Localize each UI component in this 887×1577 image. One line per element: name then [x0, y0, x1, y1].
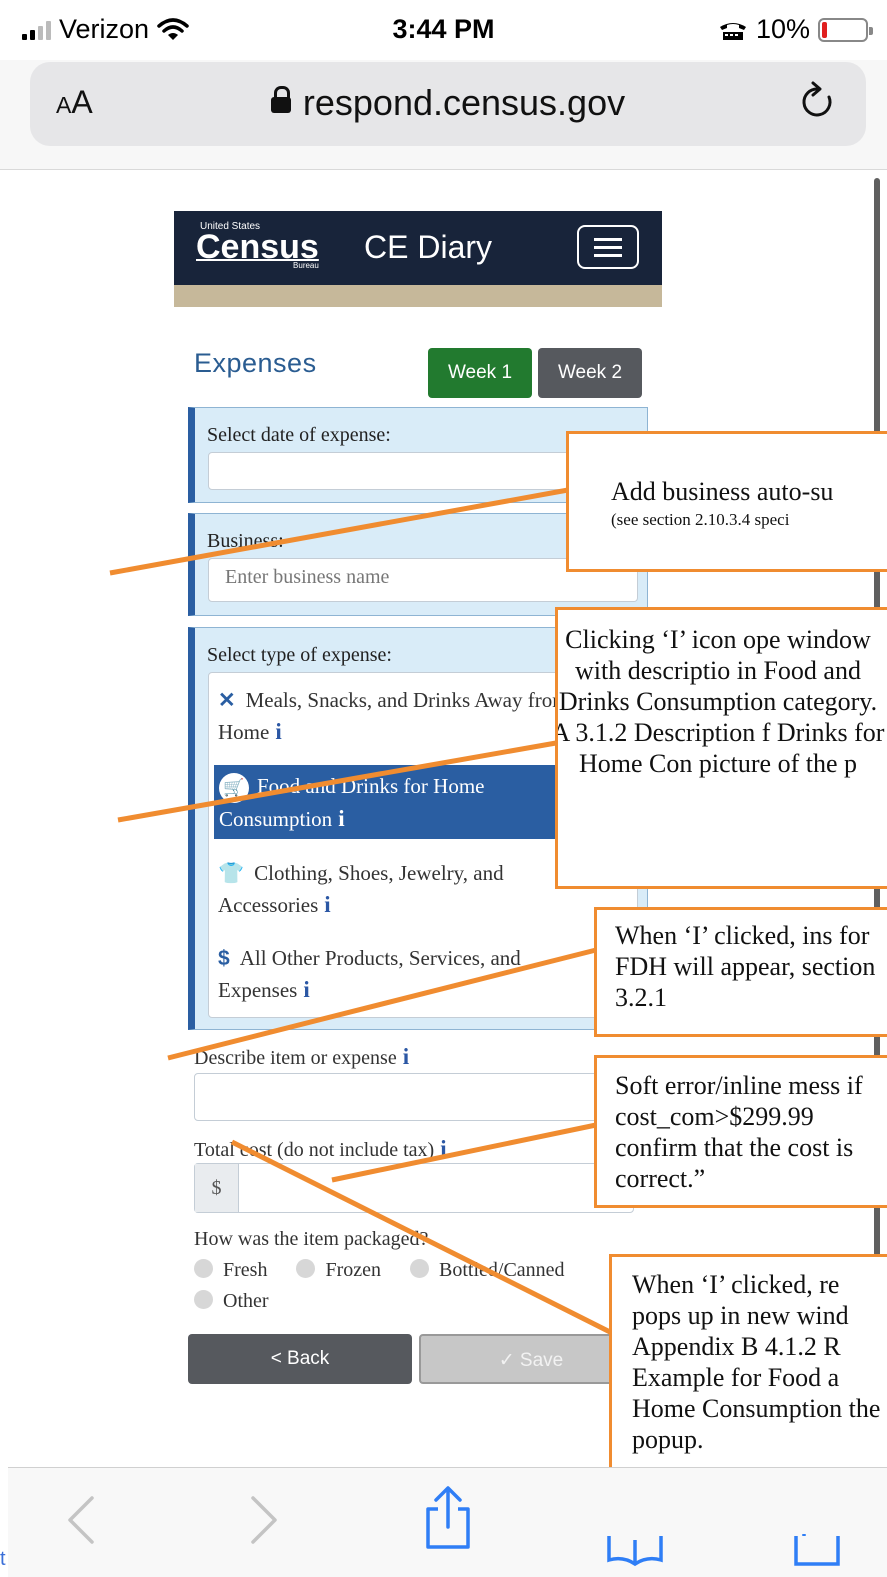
annotation-business-autosuggest: Add business auto-su (see section 2.10.3…	[566, 431, 887, 572]
describe-input[interactable]	[194, 1073, 634, 1121]
census-logo: United States Census Bureau	[196, 221, 319, 270]
packaging-options-row2: Other	[194, 1290, 269, 1313]
tshirt-icon: 👕	[218, 862, 245, 885]
menu-button[interactable]	[577, 225, 639, 269]
back-arrow-icon[interactable]	[60, 1490, 100, 1550]
ce-diary-app: United States Census Bureau CE Diary Exp…	[174, 211, 662, 1384]
reload-icon[interactable]	[796, 80, 840, 124]
page-title: Expenses	[194, 348, 317, 378]
lock-icon	[270, 86, 291, 113]
fork-knife-icon: ✕	[218, 689, 236, 712]
address-bar[interactable]: AA respond.census.gov	[30, 62, 866, 146]
battery-percent: 10%	[756, 14, 811, 44]
cost-input[interactable]: $	[194, 1163, 634, 1213]
tabs-icon[interactable]	[790, 1534, 850, 1574]
browser-toolbar: AA respond.census.gov	[0, 60, 887, 170]
forward-arrow-icon[interactable]	[245, 1490, 285, 1550]
info-icon-meals[interactable]: i	[275, 719, 281, 744]
describe-label: Describe item or expense i	[194, 1044, 410, 1069]
radio-other[interactable]: Other	[194, 1290, 269, 1312]
header-stripe	[174, 285, 662, 307]
info-icon-other[interactable]: i	[303, 977, 309, 1002]
info-icon-describe[interactable]: i	[403, 1044, 409, 1069]
annotation-fdh-instructions: When ‘I’ clicked, ins for FDH will appea…	[594, 907, 887, 1037]
url-text: respond.census.gov	[302, 82, 626, 123]
option-other[interactable]: $ All Other Products, Services, and Expen…	[212, 943, 632, 1013]
info-icon-food-home[interactable]: i	[338, 806, 344, 831]
info-icon-cost[interactable]: i	[440, 1136, 446, 1161]
app-title: CE Diary	[364, 229, 493, 265]
battery-icon	[818, 17, 874, 42]
week1-button[interactable]: Week 1	[428, 348, 532, 398]
packaging-options: Fresh Frozen Bottled/Canned	[194, 1259, 565, 1282]
packaging-question: How was the item packaged?	[194, 1228, 429, 1250]
option-food-home[interactable]: 🛒 Food and Drinks for Home Consumption i	[214, 765, 614, 839]
radio-fresh[interactable]: Fresh	[194, 1259, 267, 1281]
bookmarks-icon[interactable]	[605, 1534, 665, 1574]
edge-text: t	[0, 1548, 6, 1570]
radio-frozen[interactable]: Frozen	[296, 1259, 381, 1281]
week2-button[interactable]: Week 2	[538, 348, 642, 398]
annotation-info-description: Clicking ‘I’ icon ope window with descri…	[555, 607, 887, 889]
radio-bottled[interactable]: Bottled/Canned	[410, 1259, 565, 1281]
shopping-cart-icon: 🛒	[219, 773, 249, 803]
dollar-icon: $	[218, 947, 230, 970]
status-bar: Verizon 3:44 PM 10%	[0, 0, 887, 60]
cost-label: Total cost (do not include tax) i	[194, 1136, 447, 1161]
currency-addon: $	[195, 1164, 239, 1212]
tty-icon	[720, 22, 746, 40]
back-button[interactable]: < Back	[188, 1334, 412, 1384]
share-icon[interactable]	[420, 1485, 476, 1551]
info-icon-clothing[interactable]: i	[324, 892, 330, 917]
app-header: United States Census Bureau CE Diary	[174, 211, 662, 285]
annotation-soft-error: Soft error/inline mess if cost_com>$299.…	[594, 1055, 887, 1208]
